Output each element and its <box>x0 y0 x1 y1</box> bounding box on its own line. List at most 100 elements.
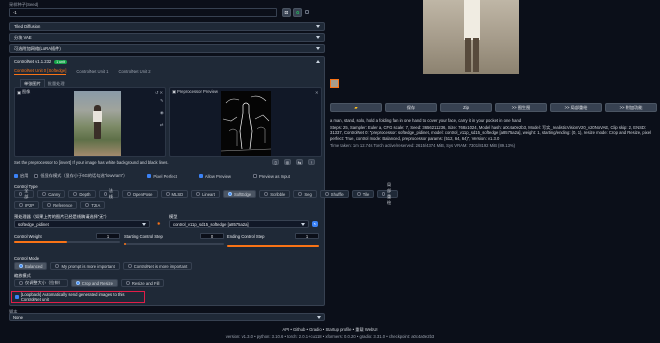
accordion-additional-networks[interactable]: 可选附加网络(LoRA插件) <box>9 44 325 53</box>
radio[interactable] <box>73 192 78 196</box>
image-label-text: 图像 <box>21 89 31 94</box>
script-select[interactable]: None <box>9 313 325 321</box>
control-type-seg[interactable]: Seg <box>293 190 317 198</box>
send-to-extras-button[interactable]: >> 附加功能 <box>605 103 657 112</box>
preprocessor-select[interactable]: softedge_pidinet <box>14 220 150 228</box>
swap-icon[interactable]: ⇄ <box>160 122 164 127</box>
recycle-button[interactable]: ♻ <box>293 8 302 17</box>
control-type-lineart[interactable]: Lineart <box>191 190 220 198</box>
model-select[interactable]: control_v11p_sd15_softedge [a8575a2a] <box>169 220 309 228</box>
start-step-slider[interactable] <box>124 243 224 245</box>
low-vram-check[interactable]: 低显存模式（显存小于6G的话勾选"lowvram"） <box>34 173 127 179</box>
end-step-slider[interactable] <box>227 245 319 247</box>
close-preview-icon[interactable]: ✕ <box>315 90 319 95</box>
resize-and-fill[interactable]: Resize and Fill <box>120 279 165 287</box>
weight-input[interactable]: 1 <box>96 233 120 239</box>
checkbox[interactable] <box>14 174 18 178</box>
send-to-inpaint-button[interactable]: >> 局部重绘 <box>550 103 602 112</box>
radio[interactable] <box>55 264 60 268</box>
radio[interactable] <box>19 264 23 268</box>
enable-check[interactable]: 启用 <box>14 173 28 179</box>
tab-batch[interactable]: 批量处理 <box>48 81 65 87</box>
mirror-button[interactable]: ⇆ <box>296 159 303 165</box>
checkbox[interactable] <box>147 174 152 178</box>
allow-preview-check[interactable]: Allow Preview <box>198 174 231 179</box>
extra-toggle[interactable] <box>305 10 311 14</box>
output-image[interactable] <box>423 0 519 74</box>
button-label: >> 图生图 <box>511 104 531 110</box>
tab-unit-1[interactable]: ControlNet Unit 1 <box>76 69 108 74</box>
undo-icon[interactable]: ↺ <box>155 90 159 95</box>
gallery-thumbnail[interactable] <box>330 79 339 88</box>
extra-checkbox[interactable] <box>305 10 309 14</box>
send-size-button[interactable]: ↑ <box>308 159 315 165</box>
checkbox[interactable] <box>15 295 19 299</box>
radio-label: T2IA <box>91 202 101 208</box>
open-folder-button[interactable]: ▰ <box>330 103 382 112</box>
checkbox[interactable] <box>198 174 203 178</box>
control-type-mlsd[interactable]: MLSD <box>160 190 189 198</box>
mode-controlnet-important[interactable]: ControlNet is more important <box>122 262 193 270</box>
mode-prompt-important[interactable]: My prompt is more important <box>50 262 120 270</box>
seed-input[interactable]: -1 <box>9 8 277 17</box>
dice-button[interactable]: ⚄ <box>282 8 291 17</box>
radio[interactable] <box>19 281 23 285</box>
start-step-input[interactable]: 0 <box>200 233 224 239</box>
tab-unit-0[interactable]: ControlNet Unit 0 [Softedge] <box>14 68 67 75</box>
radio[interactable] <box>19 203 23 207</box>
control-type-reference[interactable]: Reference <box>42 201 78 209</box>
camera-icon[interactable]: ◉ <box>160 110 164 115</box>
controlnet-header[interactable]: ControlNet v1.1.232 1 unit <box>14 59 320 64</box>
radio[interactable] <box>196 192 201 196</box>
run-preprocessor-icon[interactable]: ✸ <box>157 221 161 226</box>
radio[interactable] <box>103 192 107 196</box>
control-type-ip2p[interactable]: IP2P <box>14 201 40 209</box>
send-to-img2img-button[interactable]: >> 图生图 <box>495 103 547 112</box>
control-type-canny[interactable]: Canny <box>37 190 66 198</box>
control-type--[interactable]: 法线 <box>98 188 119 199</box>
preview-as-input-check[interactable]: Preview as Input <box>252 174 290 179</box>
close-icon[interactable]: ✕ <box>160 90 164 95</box>
radio[interactable] <box>126 192 131 196</box>
control-type-t2ia[interactable]: T2IA <box>80 201 106 209</box>
control-type-openpose[interactable]: OpenPose <box>121 190 158 198</box>
radio[interactable] <box>127 264 132 268</box>
webcam-button[interactable]: ◎ <box>284 159 291 165</box>
control-type-softedge[interactable]: SoftEdge <box>222 190 257 198</box>
pixel-perfect-check[interactable]: Pixel Perfect <box>147 174 177 179</box>
radio[interactable] <box>125 281 130 285</box>
weight-slider[interactable] <box>14 241 120 243</box>
checkbox[interactable] <box>252 174 257 178</box>
radio[interactable] <box>298 192 303 196</box>
weight-value: 1 <box>106 233 110 239</box>
brush-icon[interactable]: ✎ <box>160 98 164 103</box>
tab-unit-2[interactable]: ControlNet Unit 2 <box>119 69 151 74</box>
accordion-tiled-diffusion[interactable]: Tiled Diffusion <box>9 22 325 31</box>
resize-just-resize[interactable]: 仅调整大小（拉伸） <box>14 279 68 287</box>
loopback-check[interactable]: [Loopback] Automatically send generated … <box>15 292 144 302</box>
radio[interactable] <box>227 192 232 196</box>
accordion-label: 可选附加网络(LoRA插件) <box>14 45 61 51</box>
resize-crop-and-resize[interactable]: Crop and Resize <box>70 279 118 287</box>
control-type-depth[interactable]: Depth <box>68 190 96 198</box>
footer-links[interactable]: API • Github • Gradio • Startup profile … <box>0 327 660 333</box>
image-upload-area[interactable]: ▣ 图像 ↺ ✕ ✎ ◉ ⇄ <box>14 87 166 157</box>
checkbox[interactable] <box>34 174 39 178</box>
radio[interactable] <box>19 192 23 196</box>
end-step-input[interactable]: 1 <box>295 233 319 239</box>
radio[interactable] <box>75 281 80 285</box>
radio[interactable] <box>47 203 52 207</box>
radio[interactable] <box>165 192 170 196</box>
save-button[interactable]: 保存 <box>385 103 437 112</box>
accordion-tiled-vae[interactable]: 分块 VAE <box>9 33 325 42</box>
radio[interactable] <box>85 203 90 207</box>
caret-icon <box>316 25 320 28</box>
new-canvas-button[interactable]: ▯ <box>272 159 279 165</box>
control-type-scribble[interactable]: Scribble <box>259 190 291 198</box>
control-type--[interactable]: 全部 <box>14 188 35 199</box>
refresh-models-button[interactable]: ↻ <box>312 221 318 227</box>
radio[interactable] <box>264 192 269 196</box>
radio[interactable] <box>42 192 47 196</box>
mode-balanced[interactable]: Balanced <box>14 262 48 270</box>
zip-button[interactable]: Zip <box>440 103 492 112</box>
